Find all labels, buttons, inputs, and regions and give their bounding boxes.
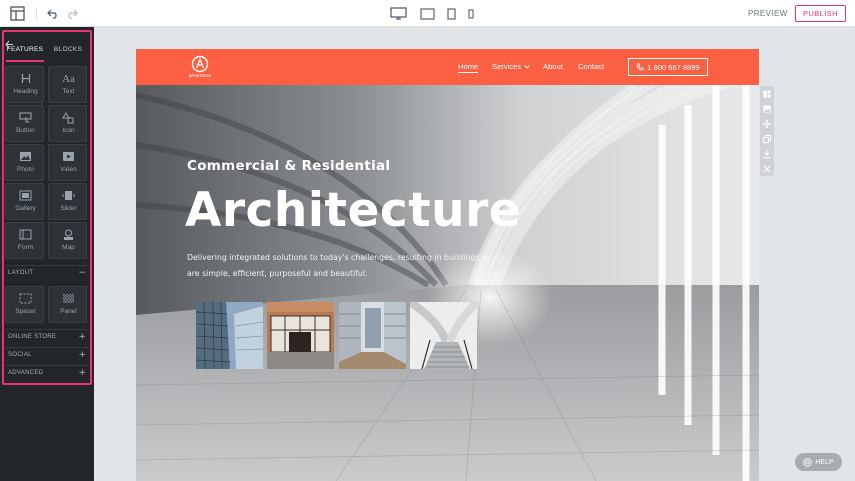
close-icon[interactable] (762, 164, 772, 174)
phone-icon (637, 63, 645, 71)
feature-label: Text (62, 88, 75, 95)
section-label: SOCIAL (8, 352, 32, 358)
spacer-icon (6, 292, 45, 305)
gallery-icon (6, 189, 45, 202)
photo-icon (6, 150, 45, 163)
feature-label: Form (17, 244, 34, 251)
expand-icon[interactable]: + (78, 350, 86, 360)
redo-icon[interactable] (63, 5, 80, 22)
nav-about[interactable]: About (543, 62, 563, 71)
logo-mark-icon (191, 55, 209, 73)
help-button[interactable]: HELP (795, 453, 842, 471)
tab-features[interactable]: FEATURES (6, 46, 44, 62)
nav-contact[interactable]: Contact (578, 62, 604, 71)
feature-map[interactable]: Map (48, 222, 87, 259)
download-icon[interactable] (762, 149, 772, 159)
sidebar-tabs: FEATURES BLOCKS (6, 46, 90, 62)
section-online-store[interactable]: ONLINE STORE + (5, 329, 89, 344)
feature-gallery[interactable]: Gallery (5, 183, 44, 220)
hero-background-image (136, 85, 759, 481)
courtyard-photo[interactable] (339, 302, 406, 369)
layout-spacer[interactable]: Spacer (5, 286, 44, 323)
desktop-icon[interactable] (389, 5, 407, 22)
duplicate-icon[interactable] (762, 134, 772, 144)
feature-heading[interactable]: Heading (5, 66, 44, 103)
help-icon (803, 457, 813, 467)
site-header: ARCHITECH Home Services About Contact 1 … (136, 49, 759, 85)
feature-form[interactable]: Form (5, 222, 44, 259)
logo-text: ARCHITECH (188, 74, 212, 78)
top-toolbar: PREVIEW PUBLISH (0, 0, 855, 27)
storefront-photo[interactable] (267, 302, 334, 369)
feature-video[interactable]: Video (48, 144, 87, 181)
site-logo[interactable]: ARCHITECH (186, 55, 214, 81)
collapse-icon[interactable]: − (78, 268, 86, 278)
phone-number: 1 800 567 8899 (647, 62, 700, 72)
feature-label: Video (60, 166, 77, 173)
features-sidebar: FEATURES BLOCKS Heading Aa Text Button I… (0, 27, 94, 481)
video-icon (49, 150, 88, 163)
feature-icon[interactable]: Icon (48, 105, 87, 142)
toolbar-divider (36, 7, 37, 20)
feature-slider[interactable]: Slider (48, 183, 87, 220)
phone-button[interactable]: 1 800 567 8899 (628, 58, 708, 76)
move-icon[interactable] (762, 119, 772, 129)
expand-icon[interactable]: + (78, 332, 86, 342)
feature-label: Slider (60, 205, 77, 212)
preview-button[interactable]: PREVIEW (748, 9, 788, 18)
website-canvas: ARCHITECH Home Services About Contact 1 … (136, 49, 759, 481)
hero-title: Architecture (185, 183, 522, 238)
heading-icon (6, 72, 45, 85)
layout-icon[interactable] (9, 5, 26, 22)
shapes-icon (49, 111, 88, 124)
feature-label: Photo (17, 166, 34, 173)
layout-panel[interactable]: Panel (48, 286, 87, 323)
staircase-photo[interactable] (410, 302, 477, 369)
nav-services-label: Services (492, 62, 522, 71)
feature-photo[interactable]: Photo (5, 144, 44, 181)
section-layout[interactable]: LAYOUT − (5, 265, 89, 280)
publish-button[interactable]: PUBLISH (795, 5, 846, 22)
hero-description: Delivering integrated solutions to today… (187, 253, 505, 278)
panel-icon (49, 292, 88, 305)
mobile-icon[interactable] (466, 5, 476, 22)
feature-label: Icon (62, 127, 75, 134)
tablet-icon[interactable] (445, 5, 457, 22)
hero-subtitle: Commercial & Residential (187, 158, 391, 174)
layout-label: Spacer (15, 308, 36, 315)
text-icon: Aa (62, 72, 75, 85)
feature-label: Gallery (15, 205, 36, 212)
feature-label: Map (62, 244, 75, 251)
button-icon (6, 111, 45, 124)
laptop-icon[interactable] (419, 5, 435, 22)
block-toolbar (760, 86, 774, 176)
form-icon (6, 228, 45, 241)
tab-blocks[interactable]: BLOCKS (48, 46, 88, 62)
feature-text[interactable]: Aa Text (48, 66, 87, 103)
section-social[interactable]: SOCIAL + (5, 347, 89, 362)
help-label: HELP (815, 458, 834, 466)
slider-icon (49, 189, 88, 202)
expand-icon[interactable]: + (78, 368, 86, 378)
image-icon[interactable] (762, 104, 772, 114)
layout-label: Panel (60, 308, 77, 315)
feature-label: Heading (13, 88, 38, 95)
feature-label: Button (16, 127, 35, 134)
back-arrow-icon[interactable] (5, 34, 15, 49)
nav-home[interactable]: Home (458, 62, 479, 73)
building-photo[interactable] (196, 302, 263, 369)
section-label: LAYOUT (8, 270, 34, 276)
section-label: ONLINE STORE (8, 334, 57, 340)
section-advanced[interactable]: ADVANCED + (5, 365, 89, 380)
section-label: ADVANCED (8, 370, 44, 376)
feature-button[interactable]: Button (5, 105, 44, 142)
chevron-down-icon (524, 65, 531, 69)
map-icon (49, 228, 88, 241)
undo-icon[interactable] (45, 5, 62, 22)
columns-icon[interactable] (762, 89, 772, 99)
nav-services[interactable]: Services (492, 62, 531, 71)
